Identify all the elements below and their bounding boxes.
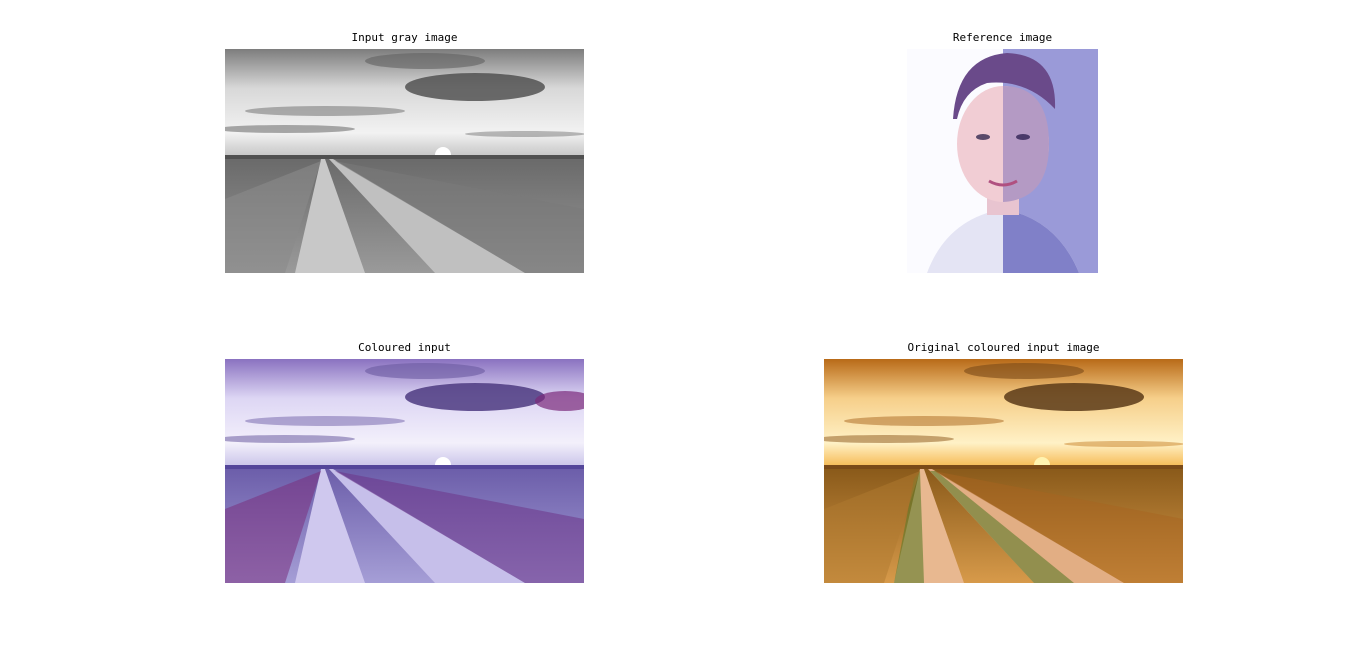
panel-title: Coloured input bbox=[358, 341, 451, 354]
panel-title: Original coloured input image bbox=[907, 341, 1100, 354]
panel-coloured-input: Coloured input bbox=[225, 341, 584, 583]
panel-reference: Reference image bbox=[907, 31, 1098, 273]
reference-image bbox=[907, 49, 1098, 273]
original-coloured-image bbox=[824, 359, 1183, 583]
input-gray-image bbox=[225, 49, 584, 273]
panel-original-coloured: Original coloured input image bbox=[824, 341, 1183, 583]
coloured-input-image bbox=[225, 359, 584, 583]
panel-input-gray: Input gray image bbox=[225, 31, 584, 273]
panel-title: Reference image bbox=[952, 31, 1053, 44]
panel-title: Input gray image bbox=[351, 31, 458, 44]
